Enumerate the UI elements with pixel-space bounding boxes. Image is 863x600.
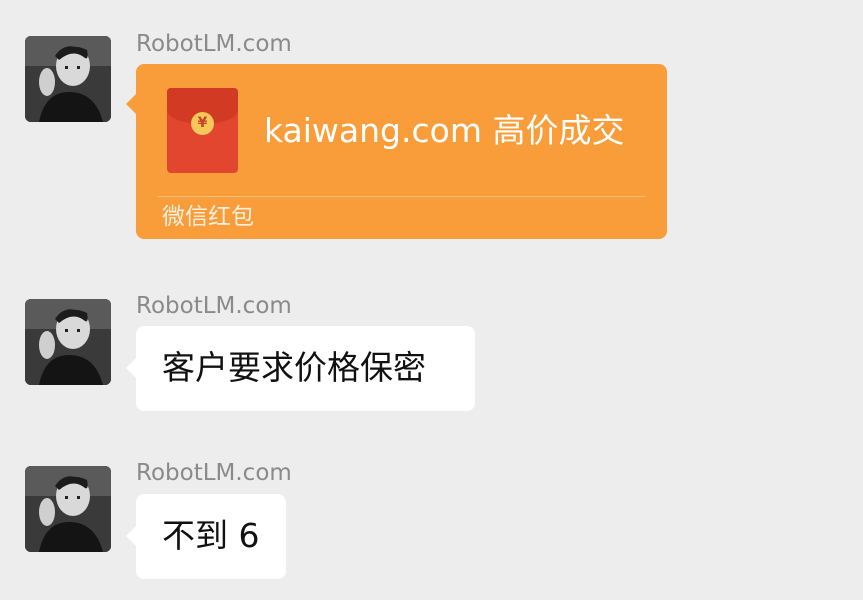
yuan-coin-icon: ¥ (191, 112, 214, 135)
avatar-photo-icon (25, 466, 111, 552)
message-red-packet: RobotLM.com ¥ kaiwang.com 高价成交 微信红包 (0, 0, 863, 250)
avatar[interactable] (25, 36, 111, 122)
avatar[interactable] (25, 299, 111, 385)
avatar[interactable] (25, 466, 111, 552)
avatar-photo-icon (25, 299, 111, 385)
message-text-content: 客户要求价格保密 (162, 348, 426, 387)
red-packet-footer: 微信红包 (162, 204, 254, 230)
red-packet-title: kaiwang.com 高价成交 (264, 111, 625, 150)
message-bubble[interactable]: 不到 6 (126, 494, 286, 579)
avatar-photo-icon (25, 36, 111, 122)
red-envelope-icon: ¥ (167, 88, 238, 173)
chat-view: RobotLM.com ¥ kaiwang.com 高价成交 微信红包 Robo… (0, 0, 863, 600)
red-packet-card[interactable]: ¥ kaiwang.com 高价成交 微信红包 (126, 64, 667, 239)
sender-name: RobotLM.com (136, 460, 292, 486)
message-bubble[interactable]: 客户要求价格保密 (126, 326, 475, 411)
sender-name: RobotLM.com (136, 293, 292, 319)
red-packet-divider (158, 196, 645, 197)
sender-name: RobotLM.com (136, 31, 292, 57)
message-text-content: 不到 6 (162, 516, 260, 555)
